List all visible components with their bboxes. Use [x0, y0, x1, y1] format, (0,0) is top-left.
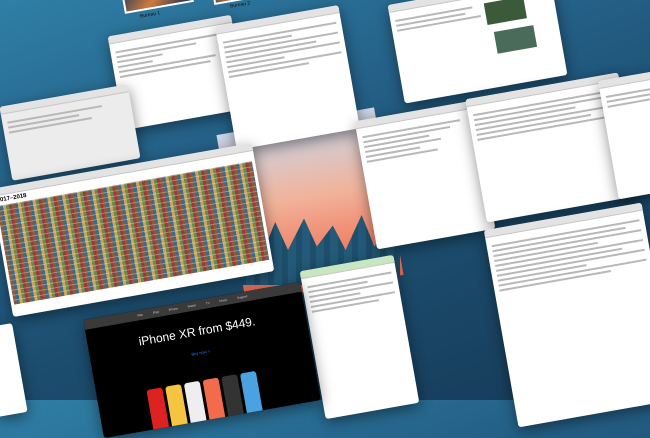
nav-item[interactable]: Mac [137, 313, 143, 318]
nav-item[interactable]: Music [219, 298, 227, 303]
nav-item[interactable]: Watch [187, 303, 196, 308]
fish-image [493, 25, 538, 54]
partial-window[interactable] [0, 323, 28, 417]
nav-item[interactable]: Support [237, 294, 248, 300]
nav-item[interactable]: TV [206, 301, 210, 306]
finder-window[interactable] [215, 5, 360, 150]
large-document-window[interactable] [483, 202, 650, 428]
fish-image [483, 0, 527, 26]
iphone-lineup-image [146, 370, 265, 438]
nav-item[interactable]: iPhone [168, 306, 178, 312]
nav-item[interactable]: iPad [153, 310, 160, 315]
apple-website-window[interactable]: Mac iPad iPhone Watch TV Music Support iPhone … [83, 281, 321, 438]
desktop-label-1: Bureau 1 [139, 10, 161, 20]
